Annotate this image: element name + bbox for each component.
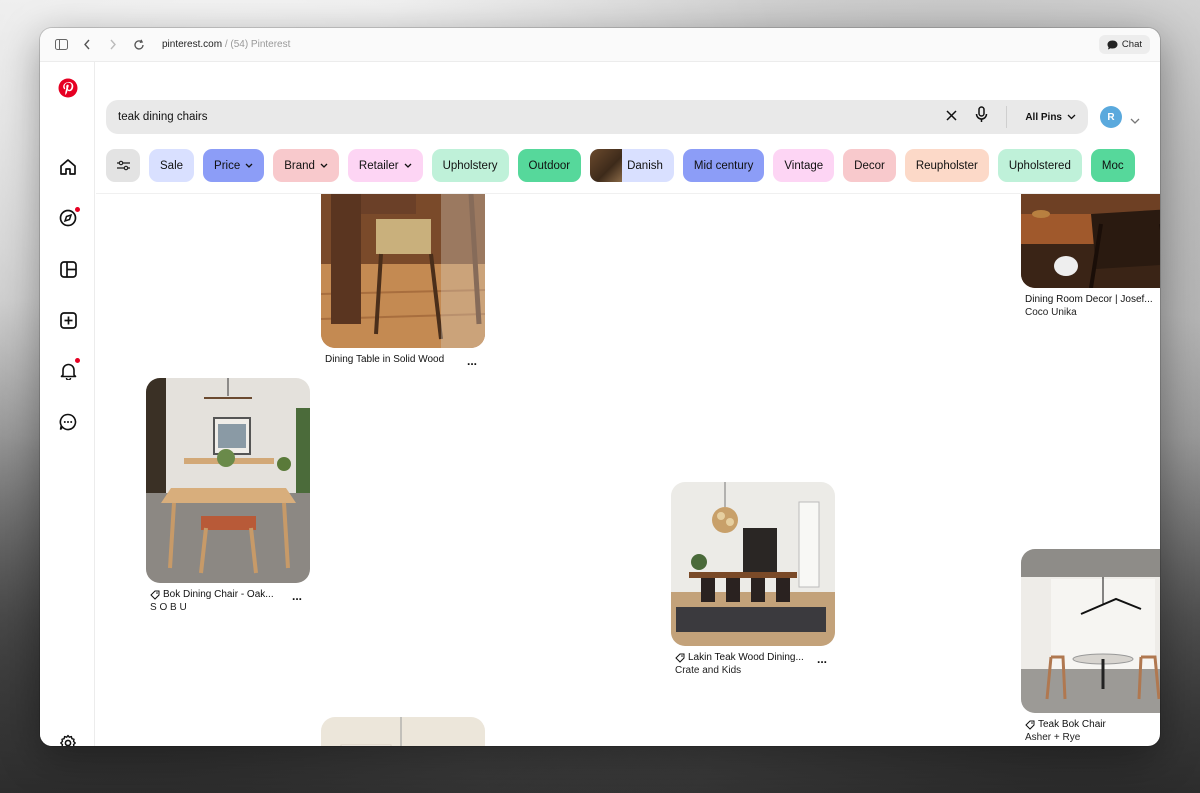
pin-source[interactable]: S O B U — [146, 602, 310, 613]
pin-title[interactable]: Bok Dining Chair - Oak... — [146, 589, 310, 600]
pin-card[interactable]: Teak Bok Chair Asher + Rye ... — [1021, 549, 1160, 743]
pin-title[interactable]: Lakin Teak Wood Dining... — [671, 652, 835, 663]
chip-danish[interactable]: Danish — [590, 149, 674, 182]
chip-label: Reupholster — [915, 159, 978, 172]
pin-scope-dropdown[interactable]: All Pins — [1025, 112, 1076, 123]
chip-mid-century[interactable]: Mid century — [682, 149, 765, 182]
chip-sale[interactable]: Sale — [149, 149, 195, 182]
clear-search-icon[interactable] — [946, 108, 957, 126]
chip-label: Upholstered — [1008, 159, 1071, 172]
chip-upholstery[interactable]: Upholstery — [431, 149, 509, 182]
chip-label: Moc — [1101, 159, 1124, 172]
more-options-button[interactable]: ... — [292, 589, 302, 603]
pin-title[interactable]: Teak Bok Chair — [1021, 719, 1160, 730]
chip-label: Price — [214, 159, 241, 172]
chip-price[interactable]: Price — [203, 149, 265, 182]
chip-brand[interactable]: Brand — [273, 149, 339, 182]
pin-image[interactable] — [1021, 549, 1160, 713]
pin-source[interactable]: Asher + Rye — [1021, 732, 1160, 743]
pin-title[interactable]: Dining Room Decor | Josef... — [1021, 294, 1160, 305]
pin-card[interactable]: Lakin Teak Wood Dining... Crate and Kids… — [671, 482, 835, 676]
main-content: teak dining chairs All Pins R Sale Price… — [96, 62, 1160, 746]
filter-chips-row: Sale Price Brand Retailer Upholstery Out… — [106, 149, 1146, 183]
chip-label: Brand — [284, 159, 315, 172]
chip-label: Decor — [854, 159, 885, 172]
browser-toolbar: pinterest.com / (54) Pinterest Chat — [40, 28, 1160, 62]
search-bar[interactable]: teak dining chairs All Pins — [106, 100, 1088, 134]
search-divider — [1006, 106, 1008, 128]
chip-upholstered[interactable]: Upholstered — [997, 149, 1082, 182]
chip-modern[interactable]: Moc — [1090, 149, 1135, 182]
address-bar[interactable]: pinterest.com / (54) Pinterest — [162, 39, 290, 50]
search-input[interactable]: teak dining chairs — [118, 111, 946, 123]
home-icon[interactable] — [56, 155, 80, 179]
chip-label: Upholstery — [442, 159, 498, 172]
pin-image[interactable] — [321, 717, 485, 746]
sliders-icon — [116, 160, 130, 171]
price-tag-icon — [150, 590, 160, 600]
chip-label: Outdoor — [528, 159, 571, 172]
filters-button[interactable] — [106, 149, 140, 182]
notification-dot — [75, 207, 80, 212]
pin-card[interactable] — [321, 717, 485, 746]
account-chevron-down-icon[interactable] — [1130, 111, 1140, 129]
chip-reupholster[interactable]: Reupholster — [904, 149, 989, 182]
chip-label: Retailer — [358, 159, 399, 172]
more-options-button[interactable]: ... — [817, 652, 827, 666]
forward-icon[interactable] — [102, 34, 124, 56]
create-icon[interactable] — [56, 308, 80, 332]
pin-card[interactable]: Dining Table in Solid Wood ... — [321, 194, 485, 368]
chip-decor[interactable]: Decor — [843, 149, 896, 182]
chip-label: Danish — [627, 159, 663, 172]
browser-window: pinterest.com / (54) Pinterest Chat teak… — [40, 28, 1160, 746]
chip-label: Sale — [160, 159, 184, 172]
messages-icon[interactable] — [56, 410, 80, 434]
chat-button[interactable]: Chat — [1098, 35, 1150, 54]
chevron-down-icon — [320, 163, 328, 168]
chip-retailer[interactable]: Retailer — [347, 149, 423, 182]
chevron-down-icon — [245, 163, 253, 168]
pin-card[interactable]: Bok Dining Chair - Oak... S O B U ... — [146, 378, 310, 613]
url-separator: / — [224, 39, 228, 50]
avatar[interactable]: R — [1100, 106, 1122, 128]
more-options-button[interactable]: ... — [467, 354, 477, 368]
chevron-down-icon — [404, 163, 412, 168]
header-divider — [96, 193, 1160, 194]
microphone-icon[interactable] — [975, 106, 988, 128]
price-tag-icon — [1025, 720, 1035, 730]
boards-icon[interactable] — [56, 257, 80, 281]
reload-icon[interactable] — [128, 34, 150, 56]
notifications-bell-icon[interactable] — [56, 358, 80, 383]
chip-vintage[interactable]: Vintage — [773, 149, 835, 182]
chip-label: Vintage — [784, 159, 824, 172]
pin-card[interactable]: Dining Room Decor | Josef... Coco Unika … — [1021, 194, 1160, 318]
page-title: (54) Pinterest — [230, 39, 291, 50]
avatar-initial: R — [1107, 111, 1115, 123]
pin-title[interactable]: Dining Table in Solid Wood — [321, 354, 485, 365]
sidebar-toggle-icon[interactable] — [50, 34, 72, 56]
pin-image[interactable] — [1021, 194, 1160, 288]
price-tag-icon — [675, 653, 685, 663]
pin-image[interactable] — [146, 378, 310, 583]
url-domain: pinterest.com — [162, 39, 223, 50]
explore-icon[interactable] — [56, 206, 80, 230]
pin-scope-label: All Pins — [1025, 111, 1062, 123]
chip-thumbnail — [590, 149, 623, 182]
chat-bubble-icon — [1107, 40, 1118, 49]
pinterest-logo-icon[interactable] — [56, 76, 80, 100]
pin-source[interactable]: Crate and Kids — [671, 665, 835, 676]
left-nav — [40, 62, 95, 746]
settings-gear-icon[interactable] — [56, 731, 80, 746]
notification-dot — [75, 358, 80, 363]
pin-image[interactable] — [321, 194, 485, 348]
chevron-down-icon — [1067, 114, 1076, 120]
pin-image[interactable] — [671, 482, 835, 646]
chip-outdoor[interactable]: Outdoor — [517, 149, 582, 182]
pin-source[interactable]: Coco Unika — [1021, 307, 1160, 318]
chip-label: Mid century — [693, 159, 754, 172]
chat-label: Chat — [1121, 39, 1142, 50]
back-icon[interactable] — [76, 34, 98, 56]
